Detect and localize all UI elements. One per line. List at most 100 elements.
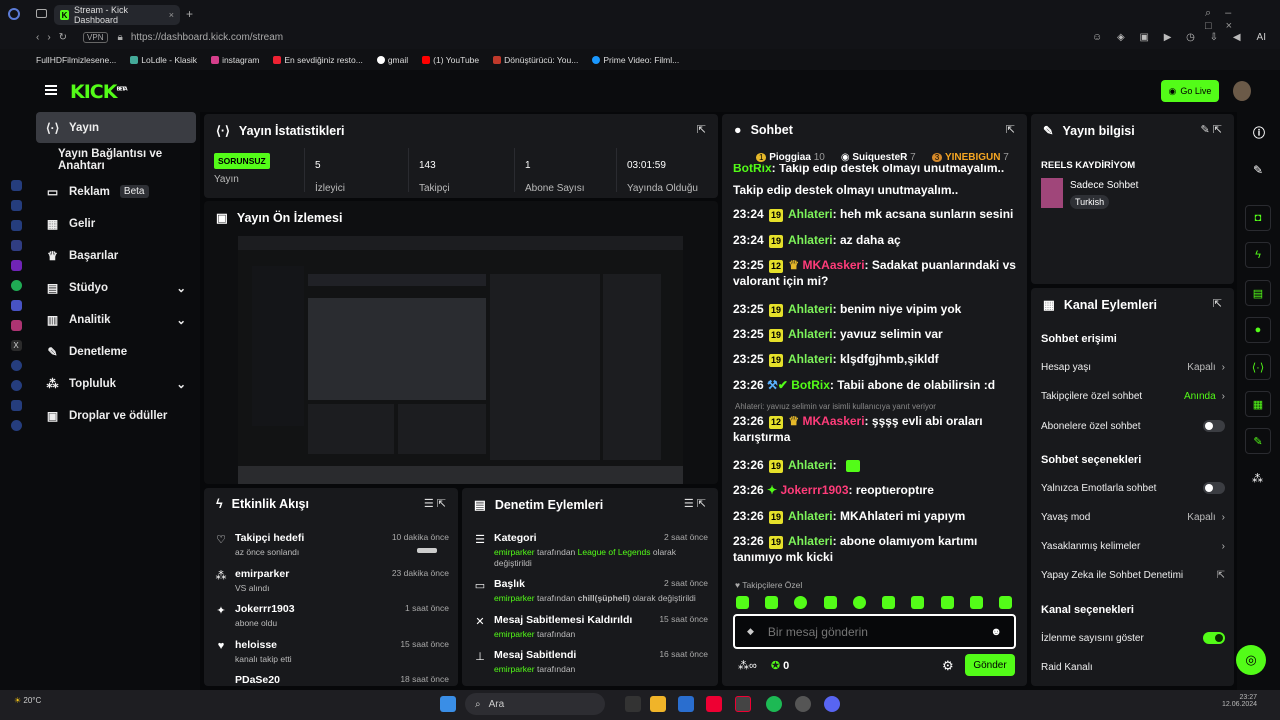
raid-row[interactable]: Raid Kanalı [1041, 662, 1225, 673]
stream-preview[interactable] [238, 236, 683, 484]
activity-item[interactable]: ⁂ emirparker VS alındı 23 dakika önce [215, 568, 450, 593]
chat-user[interactable]: Jokerrr1903 [780, 483, 848, 497]
sidebar-item-community[interactable]: ⁂ Topluluk ⌄ [36, 368, 196, 399]
emote-icon[interactable] [794, 596, 808, 609]
chat-user[interactable]: Ahlateri [788, 534, 833, 548]
expand-icon[interactable]: ⇱ [1006, 123, 1015, 136]
leaderboard-item[interactable]: 3 YINEBIGUN 7 [931, 152, 1009, 163]
account-age-row[interactable]: Hesap yaşı Kapalı › [1041, 362, 1225, 373]
emote-icon[interactable] [998, 596, 1012, 609]
browser-tab[interactable]: K Stream - Kick Dashboard × [54, 5, 180, 25]
info-icon[interactable]: ⓘ [1253, 124, 1265, 141]
send-button[interactable]: Gönder [965, 654, 1015, 676]
ai-moderation-row[interactable]: Yapay Zeka ile Sohbet Denetimi ⇱ [1041, 570, 1225, 581]
emote-icon[interactable] [940, 596, 954, 609]
sidebar-item-achievements[interactable]: ♛ Başarılar [36, 240, 196, 271]
emote-icon[interactable] [736, 596, 749, 609]
player-icon[interactable] [10, 360, 22, 371]
bookmark-item[interactable]: Prime Video: Filml... [592, 55, 679, 65]
discord-icon[interactable] [824, 696, 840, 712]
expand-icon[interactable]: ⇱ [697, 123, 706, 136]
opera-icon[interactable] [706, 696, 722, 712]
chat-user[interactable]: MKAaskeri [803, 414, 865, 428]
activity-item[interactable]: PDaSe20 18 saat önce [215, 674, 449, 684]
emoji-icon[interactable]: ☻ [990, 626, 1002, 638]
sidebar-item-stream-key[interactable]: Yayın Bağlantısı ve Anahtarı [36, 144, 202, 175]
twitch-icon[interactable] [10, 260, 22, 271]
windows-icon[interactable] [440, 696, 456, 712]
panel-actions[interactable]: ☰ ⇱ [684, 497, 706, 510]
toggle-switch[interactable] [1203, 420, 1225, 432]
clock[interactable]: 23:27 12.06.2024 [1222, 694, 1257, 708]
clock-icon[interactable] [10, 180, 22, 191]
gear-icon[interactable]: ⚙ [942, 658, 954, 674]
toggle-switch[interactable] [1203, 632, 1225, 644]
moderation-item[interactable]: ✕ Mesaj Sabitlemesi Kaldırıldı emirparker … [474, 614, 708, 639]
new-tab-icon[interactable]: + [186, 7, 193, 21]
menu-icon[interactable] [45, 85, 57, 95]
chat-user[interactable]: Ahlateri [788, 458, 833, 472]
bookmark-item[interactable]: En sevdiğiniz resto... [273, 55, 363, 65]
nav-buttons[interactable]: ‹›↻ [36, 32, 75, 43]
taskview-icon[interactable] [625, 696, 641, 712]
leaderboard-item[interactable]: 1 Pioggiaa 10 [756, 152, 825, 163]
chat-line[interactable]: 23:26 ✦ Jokerrr1903: reoptıeroptıre [733, 482, 1017, 498]
expand-icon[interactable]: ⇱ [1213, 297, 1222, 310]
browser-logo-icon[interactable] [8, 8, 20, 20]
chat-line[interactable]: 23:25 19 Ahlateri: klşdfgjhmb,şikldf [733, 351, 1017, 367]
sidebar-item-moderation[interactable]: ✎ Denetleme [36, 336, 196, 367]
bookmark-item[interactable]: gmail [376, 55, 408, 65]
moderation-item[interactable]: ☰ Kategori emirparker tarafından League of… [474, 532, 708, 569]
spotify-icon[interactable] [766, 696, 782, 712]
tab-manager-icon[interactable] [36, 9, 47, 18]
x-icon[interactable]: X [10, 340, 22, 351]
folder-icon[interactable] [650, 696, 666, 712]
app-icon[interactable] [678, 696, 694, 712]
chat-line[interactable]: Takip edip destek olmayı unutmayalım.. [733, 182, 1017, 198]
weather-widget[interactable]: ☀ 20°C [14, 696, 41, 705]
chat-user[interactable]: Ahlateri [788, 233, 833, 247]
slow-mode-row[interactable]: Yavaş mod Kapalı › [1041, 512, 1225, 523]
chat-icon[interactable]: ● [1245, 317, 1271, 343]
activity-item[interactable]: ♥ heloisse kanalı takip etti 15 saat önce [215, 639, 449, 664]
bookmark-item[interactable]: Dönüştürücü: You... [493, 55, 578, 65]
chat-input[interactable]: ◆ ☻ [733, 614, 1016, 649]
moderation-item[interactable]: ▭ Başlık emirparker tarafından chill(şüphe… [474, 578, 708, 603]
chat-line[interactable]: 23:26 19 Ahlateri: [733, 457, 1017, 473]
m-icon[interactable] [10, 240, 22, 251]
sidebar-item-revenue[interactable]: ▦ Gelir [36, 208, 196, 239]
sidebar-item-drops[interactable]: ▣ Droplar ve ödüller [36, 400, 196, 431]
chat-user[interactable]: Ahlateri [788, 302, 833, 316]
chat-user[interactable]: Ahlateri [788, 352, 833, 366]
community-icon[interactable]: ⁂∞ [738, 659, 757, 672]
bolt-icon[interactable]: ϟ [1245, 242, 1271, 268]
browser-toolbar-icons[interactable]: ☺ ◈ ▣ ▶ ◷ ⇩ ◀ [1092, 32, 1247, 43]
bookmark-item[interactable]: LoLdle - Klasik [130, 55, 197, 65]
bookmark-item[interactable]: FullHDFilmizlesene... [36, 55, 116, 65]
subs-chat-row[interactable]: Abonelere özel sohbet [1041, 420, 1225, 432]
emote-icon[interactable] [969, 596, 983, 609]
leaderboard-item[interactable]: ◉ SuiquesteR 7 [841, 152, 916, 163]
go-live-button[interactable]: ◉ Go Live [1161, 80, 1219, 102]
vpn-badge[interactable]: VPN [83, 31, 108, 43]
community-icon[interactable]: ⁂ [1252, 472, 1263, 485]
emote-icon[interactable] [882, 596, 896, 609]
document-icon[interactable]: ▤ [1245, 280, 1271, 306]
sidebar-item-studio[interactable]: ▤ Stüdyo ⌄ [36, 272, 196, 303]
close-tab-icon[interactable]: × [169, 10, 174, 20]
wrench-icon[interactable]: ✎ [1245, 428, 1271, 454]
help-icon[interactable]: ◎ [1236, 645, 1266, 675]
chat-user[interactable]: BotRix [791, 378, 830, 392]
chat-user[interactable]: Ahlateri [788, 509, 833, 523]
emote-icon[interactable] [823, 596, 837, 609]
chat-line[interactable]: 23:26 19 Ahlateri: MKAhlateri mi yapıym [733, 508, 1017, 524]
kick-logo[interactable]: KICKBETA [70, 81, 128, 103]
chat-line[interactable]: 23:26 19 Ahlateri: abone olamıyom kartım… [733, 533, 1017, 565]
box-icon[interactable] [10, 400, 22, 411]
broadcast-icon[interactable]: ⟨·⟩ [1245, 354, 1271, 380]
discord-icon[interactable] [10, 300, 22, 311]
steam-icon[interactable] [795, 696, 811, 712]
taskbar-search[interactable]: ⌕ Ara [465, 693, 605, 715]
emote-only-row[interactable]: Yalnızca Emotlarla sohbet [1041, 482, 1225, 494]
chat-user[interactable]: Ahlateri [788, 207, 833, 221]
